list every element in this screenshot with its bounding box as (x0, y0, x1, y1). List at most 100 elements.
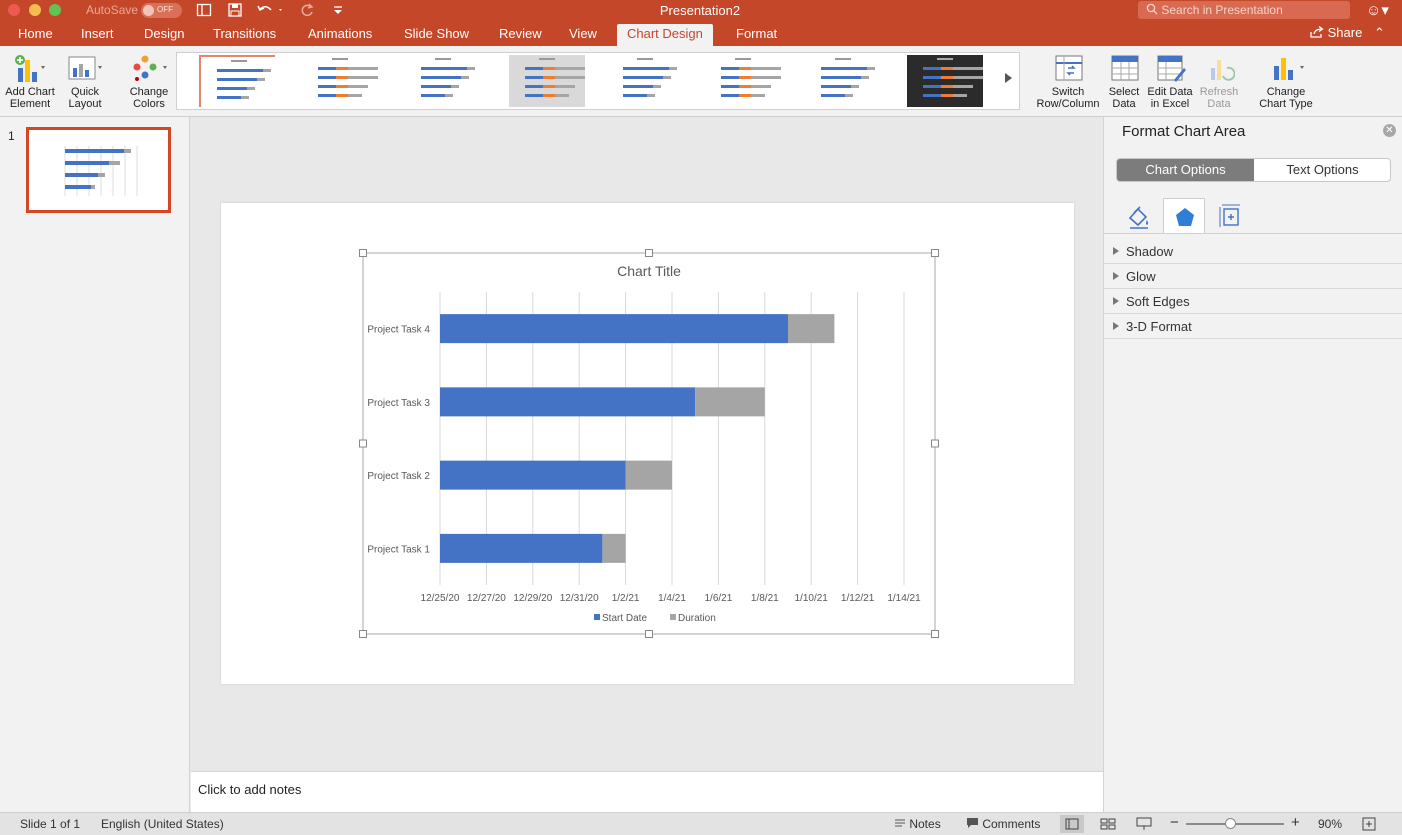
pane-title: Format Chart Area (1122, 123, 1246, 140)
tab-insert[interactable]: Insert (81, 26, 114, 41)
add-chart-element-button[interactable]: Add Chart Element (2, 46, 58, 110)
chart-style-option[interactable] (405, 55, 481, 107)
search-input[interactable]: Search in Presentation (1138, 1, 1350, 19)
reading-view-button[interactable] (1136, 817, 1152, 834)
share-button[interactable]: Share ⌃ (1310, 25, 1385, 41)
autosave-toggle[interactable]: OFF (141, 3, 182, 18)
autosave-label: AutoSave (86, 3, 139, 17)
presenter-icon (1136, 817, 1152, 830)
quick-layout-button[interactable]: Quick Layout (62, 46, 108, 110)
chart-style-option[interactable] (199, 55, 277, 109)
x-tick-label: 12/29/20 (513, 593, 552, 604)
close-window-button[interactable] (8, 4, 20, 16)
bar-duration (625, 460, 672, 490)
pentagon-icon (1176, 208, 1194, 226)
change-chart-type-button[interactable]: Change Chart Type (1255, 46, 1317, 110)
notes-area[interactable]: Click to add notes (191, 771, 1103, 812)
search-icon (1146, 3, 1161, 17)
bar-start-date (440, 314, 788, 344)
chart-style-option[interactable] (509, 55, 591, 107)
paint-bucket-icon (1128, 206, 1148, 229)
x-tick-label: 1/8/21 (751, 593, 779, 604)
options-segmented-control: Chart Options Text Options (1116, 158, 1391, 182)
x-tick-label: 12/25/20 (421, 593, 460, 604)
change-colors-button[interactable]: Change Colors (124, 46, 174, 110)
slide-number: 1 (8, 129, 15, 143)
ribbon-chart-design: Add Chart Element Quick Layout Change Color… (0, 46, 1402, 117)
tab-animations[interactable]: Animations (308, 26, 372, 41)
expand-triangle-icon (1113, 297, 1119, 305)
notes-button[interactable]: Notes (894, 817, 941, 831)
zoom-out-button[interactable]: − (1170, 814, 1179, 831)
chart-style-option[interactable] (907, 55, 989, 107)
tab-slide-show[interactable]: Slide Show (404, 26, 469, 41)
resize-handle (359, 439, 367, 448)
legend-label: Start Date (602, 613, 647, 624)
3d-format-section[interactable]: 3-D Format (1104, 314, 1402, 339)
tab-chart-design[interactable]: Chart Design (617, 24, 713, 46)
language[interactable]: English (United States) (101, 817, 224, 831)
x-tick-label: 1/14/21 (887, 593, 921, 604)
shadow-section[interactable]: Shadow (1104, 239, 1402, 264)
soft-edges-section[interactable]: Soft Edges (1104, 289, 1402, 314)
zoom-level[interactable]: 90% (1318, 817, 1342, 831)
gantt-chart[interactable]: Chart Title 12/25/20 12/27/20 12/29/20 12/31… (221, 203, 1074, 684)
redo-icon[interactable] (299, 2, 315, 22)
bar-duration (788, 314, 835, 344)
switch-row-column-button[interactable]: Switch Row/Column (1036, 46, 1100, 110)
comments-button[interactable]: Comments (966, 817, 1040, 831)
expand-triangle-icon (1113, 272, 1119, 280)
category-label: Project Task 1 (367, 544, 430, 555)
sidebar-toggle-icon[interactable] (196, 2, 212, 22)
slide-info: Slide 1 of 1 (20, 817, 81, 831)
tab-transitions[interactable]: Transitions (213, 26, 276, 41)
customize-toolbar-icon[interactable] (332, 2, 344, 22)
feedback-smiley-icon[interactable]: ☺▾ (1366, 1, 1389, 19)
chart-style-option[interactable] (705, 55, 787, 107)
fit-to-window-button[interactable] (1362, 817, 1376, 834)
effects-tab[interactable] (1163, 198, 1205, 234)
fill-line-tab[interactable] (1118, 198, 1160, 234)
tab-review[interactable]: Review (499, 26, 542, 41)
tab-home[interactable]: Home (18, 26, 53, 41)
comments-icon (967, 818, 978, 828)
refresh-data-button[interactable]: Refresh Data (1197, 46, 1241, 110)
chart-style-option[interactable] (302, 55, 384, 107)
edit-data-in-excel-button[interactable]: Edit Data in Excel (1146, 46, 1194, 110)
select-data-button[interactable]: Select Data (1104, 46, 1144, 110)
minimize-window-button[interactable] (29, 4, 41, 16)
slide-thumbnail[interactable] (26, 127, 171, 213)
resize-handle (645, 630, 653, 638)
tab-view[interactable]: View (569, 26, 597, 41)
x-tick-label: 1/10/21 (795, 593, 829, 604)
size-properties-icon (1219, 204, 1240, 227)
zoom-window-button[interactable] (49, 4, 61, 16)
resize-handle (645, 249, 653, 257)
bar-start-date (440, 533, 603, 563)
close-icon[interactable]: ✕ (1383, 124, 1396, 137)
glow-section[interactable]: Glow (1104, 264, 1402, 289)
chart-options-tab[interactable]: Chart Options (1117, 159, 1254, 181)
share-icon (1310, 25, 1324, 38)
chart-style-option[interactable] (805, 55, 881, 107)
chart-area-frame (362, 252, 936, 635)
tab-design[interactable]: Design (144, 26, 184, 41)
size-properties-tab[interactable] (1209, 198, 1251, 234)
change-chart-type-icon (1272, 54, 1304, 82)
expand-triangle-icon (1113, 247, 1119, 255)
undo-icon[interactable] (256, 2, 284, 22)
x-tick-label: 1/2/21 (612, 593, 640, 604)
gallery-next-arrow-icon[interactable] (1005, 73, 1012, 83)
zoom-slider-handle[interactable] (1225, 818, 1236, 829)
text-options-tab[interactable]: Text Options (1254, 159, 1390, 181)
legend-label: Duration (678, 613, 716, 624)
slide-sorter-button[interactable] (1100, 817, 1116, 834)
normal-view-button[interactable] (1060, 815, 1084, 833)
slide[interactable]: Chart Title 12/25/20 12/27/20 12/29/20 12/31… (221, 203, 1074, 684)
save-icon[interactable] (227, 2, 243, 22)
title-bar: AutoSave OFF Presentation2 Search in Pre… (0, 0, 1402, 22)
tab-format[interactable]: Format (736, 26, 777, 41)
bar-duration (695, 387, 765, 417)
zoom-in-button[interactable]: + (1291, 814, 1300, 831)
chart-style-option[interactable] (607, 55, 683, 107)
